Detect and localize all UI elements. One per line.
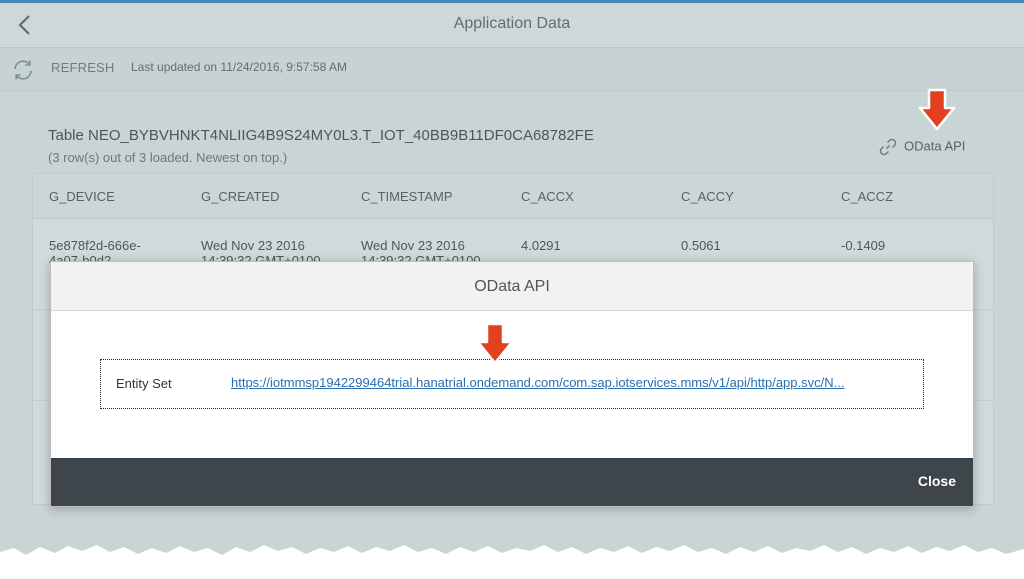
odata-api-dialog: OData API Entity Set https://iotmmsp1942… <box>50 261 974 507</box>
dialog-title: OData API <box>474 278 550 295</box>
callout-arrow-icon <box>918 88 956 131</box>
dialog-footer: Close <box>51 458 973 506</box>
entity-set-row: Entity Set https://iotmmsp1942299464tria… <box>100 359 924 409</box>
close-button[interactable]: Close <box>918 473 956 489</box>
entity-set-label: Entity Set <box>116 376 172 391</box>
dialog-header: OData API <box>51 262 973 311</box>
entity-set-url-link[interactable]: https://iotmmsp1942299464trial.hanatrial… <box>231 375 911 390</box>
callout-arrow-icon <box>476 322 514 365</box>
torn-edge <box>0 545 1024 579</box>
